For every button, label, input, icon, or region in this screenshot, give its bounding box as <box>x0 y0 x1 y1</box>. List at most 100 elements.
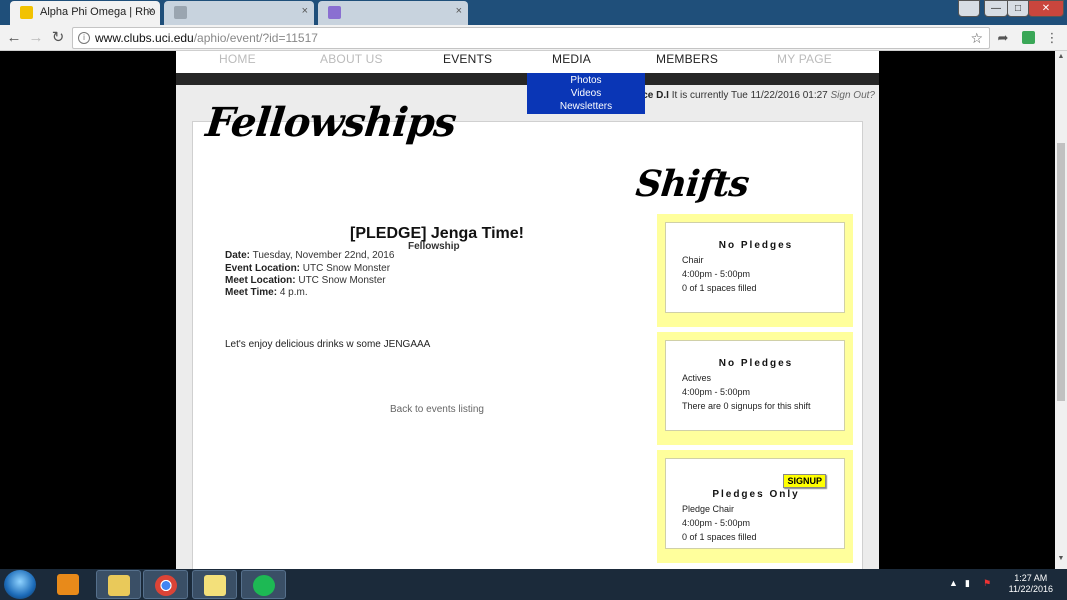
nav-media[interactable]: MEDIA <box>552 52 591 66</box>
taskbar-chrome[interactable] <box>143 570 188 599</box>
chrome-icon <box>155 575 177 596</box>
nav-events[interactable]: EVENTS <box>443 52 492 66</box>
browser-tab[interactable]: × <box>318 1 468 25</box>
shift-status: 0 of 1 spaces filled <box>682 532 757 542</box>
event-date-row: Date: Tuesday, November 22nd, 2016 <box>225 250 394 261</box>
shift-card-body: No Pledges Actives 4:00pm - 5:00pm There… <box>665 340 845 431</box>
shift-title: No Pledges <box>718 240 794 251</box>
nav-my-page[interactable]: MY PAGE <box>777 52 832 66</box>
forward-arrow-icon[interactable]: → <box>26 28 46 48</box>
reload-icon[interactable]: ↻ <box>48 28 68 48</box>
taskbar: ▲ ▮ ⚑ 1:27 AM 11/22/2016 <box>0 569 1067 600</box>
user-status-bar: race D.I It is currently Tue 11/22/2016 … <box>633 90 875 101</box>
url-host: www.clubs.uci.edu <box>95 31 194 45</box>
tab-title: Alpha Phi Omega | Rho <box>40 6 156 18</box>
meet-location-value: UTC Snow Monster <box>298 275 386 286</box>
dropdown-item-photos[interactable]: Photos <box>527 74 645 87</box>
meet-time-value: 4 p.m. <box>279 287 308 298</box>
tab-close-icon[interactable]: × <box>148 5 154 17</box>
nav-members[interactable]: MEMBERS <box>656 52 718 66</box>
tab-close-icon[interactable]: × <box>302 5 308 17</box>
current-time-text: It is currently Tue 11/22/2016 01:27 <box>671 90 828 101</box>
section-heading: Fellowships <box>203 99 458 146</box>
share-arrow-icon[interactable]: ➦ <box>993 28 1013 48</box>
shift-card-body: No Pledges Chair 4:00pm - 5:00pm 0 of 1 … <box>665 222 845 313</box>
minimize-button[interactable]: — <box>984 0 1008 17</box>
clock-date: 11/22/2016 <box>1008 584 1053 594</box>
nav-about-us[interactable]: ABOUT US <box>320 52 383 66</box>
shift-time: 4:00pm - 5:00pm <box>682 387 751 397</box>
scroll-up-arrow-icon[interactable]: ▲ <box>1055 53 1067 65</box>
spotify-icon <box>253 575 275 596</box>
menu-dots-icon[interactable]: ⋮ <box>1042 28 1062 48</box>
shift-role: Actives <box>682 373 712 383</box>
shift-card: No Pledges Actives 4:00pm - 5:00pm There… <box>657 332 853 445</box>
show-hidden-icons-icon[interactable]: ▲ <box>949 578 958 588</box>
bookmark-star-icon[interactable]: ☆ <box>970 28 983 48</box>
clock-time: 1:27 AM <box>1014 573 1048 583</box>
scrollbar-thumb[interactable] <box>1057 143 1065 401</box>
page-viewport: HOME ABOUT US EVENTS MEDIA MEMBERS MY PA… <box>0 51 1055 569</box>
dropdown-item-videos[interactable]: Videos <box>527 87 645 100</box>
back-to-events-link[interactable]: Back to events listing <box>390 404 484 415</box>
browser-tab-active[interactable]: Alpha Phi Omega | Rho × <box>10 1 160 25</box>
shift-time: 4:00pm - 5:00pm <box>682 269 751 279</box>
shift-status: 0 of 1 spaces filled <box>682 283 757 293</box>
dropdown-item-newsletters[interactable]: Newsletters <box>527 100 645 113</box>
system-tray: ▲ ▮ ⚑ 1:27 AM 11/22/2016 <box>937 569 1067 600</box>
event-type: Fellowship <box>408 241 460 252</box>
close-window-button[interactable]: ✕ <box>1028 0 1064 17</box>
meet-time-row: Meet Time: 4 p.m. <box>225 287 308 298</box>
user-profile-icon[interactable] <box>958 0 980 17</box>
sticky-notes-icon <box>204 575 226 596</box>
date-value: Tuesday, November 22nd, 2016 <box>252 250 395 261</box>
shift-status: There are 0 signups for this shift <box>682 401 811 411</box>
shift-card-body: SIGNUP Pledges Only Pledge Chair 4:00pm … <box>665 458 845 549</box>
shift-card: SIGNUP Pledges Only Pledge Chair 4:00pm … <box>657 450 853 563</box>
address-bar[interactable]: i www.clubs.uci.edu/aphio/event/?id=1151… <box>72 27 990 49</box>
info-icon[interactable]: i <box>78 32 90 44</box>
shift-title: Pledges Only <box>712 489 800 500</box>
start-button[interactable] <box>4 570 36 599</box>
maximize-button[interactable]: □ <box>1007 0 1029 17</box>
shift-card: No Pledges Chair 4:00pm - 5:00pm 0 of 1 … <box>657 214 853 327</box>
network-icon[interactable]: ▮ <box>965 578 970 589</box>
date-label: Date: <box>225 250 251 261</box>
page-scrollbar[interactable]: ▲ ▼ <box>1055 51 1067 569</box>
browser-tab-strip: Alpha Phi Omega | Rho × × × — □ ✕ <box>0 0 1067 25</box>
main-nav: HOME ABOUT US EVENTS MEDIA MEMBERS MY PA… <box>176 51 879 73</box>
event-content-panel: [PLEDGE] Jenga Time! Fellowship Date: Tu… <box>192 121 863 569</box>
folder-icon <box>108 575 130 596</box>
taskbar-media-player[interactable] <box>46 570 91 599</box>
tab-favicon-icon <box>328 6 341 19</box>
shift-role: Chair <box>682 255 704 265</box>
tab-close-icon[interactable]: × <box>456 5 462 17</box>
signup-button[interactable]: SIGNUP <box>783 474 826 488</box>
scroll-down-arrow-icon[interactable]: ▼ <box>1055 555 1067 567</box>
taskbar-file-explorer[interactable] <box>96 570 141 599</box>
meet-location-label: Meet Location: <box>225 275 296 286</box>
site-container: HOME ABOUT US EVENTS MEDIA MEMBERS MY PA… <box>176 51 879 569</box>
action-center-flag-icon[interactable]: ⚑ <box>983 578 991 589</box>
extension-icon[interactable] <box>1018 28 1038 48</box>
event-location-row: Event Location: UTC Snow Monster <box>225 263 390 274</box>
shift-time: 4:00pm - 5:00pm <box>682 518 751 528</box>
event-location-value: UTC Snow Monster <box>302 263 391 274</box>
media-player-icon <box>57 574 79 595</box>
site-favicon-icon <box>20 6 33 19</box>
url-path: /aphio/event/?id=11517 <box>193 31 318 45</box>
tab-favicon-icon <box>174 6 187 19</box>
taskbar-spotify[interactable] <box>241 570 286 599</box>
event-location-label: Event Location: <box>225 263 301 274</box>
browser-tab[interactable]: × <box>164 1 314 25</box>
back-arrow-icon[interactable]: ← <box>4 28 24 48</box>
taskbar-sticky-notes[interactable] <box>192 570 237 599</box>
shift-title: No Pledges <box>718 358 794 369</box>
shifts-heading: Shifts <box>633 163 751 205</box>
event-description: Let's enjoy delicious drinks w some JENG… <box>225 339 431 350</box>
nav-home[interactable]: HOME <box>219 52 256 66</box>
sign-out-link[interactable]: Sign Out? <box>831 90 875 101</box>
browser-toolbar: ← → ↻ i www.clubs.uci.edu/aphio/event/?i… <box>0 25 1067 51</box>
taskbar-clock[interactable]: 1:27 AM 11/22/2016 <box>1009 573 1053 595</box>
shift-role: Pledge Chair <box>682 504 735 514</box>
